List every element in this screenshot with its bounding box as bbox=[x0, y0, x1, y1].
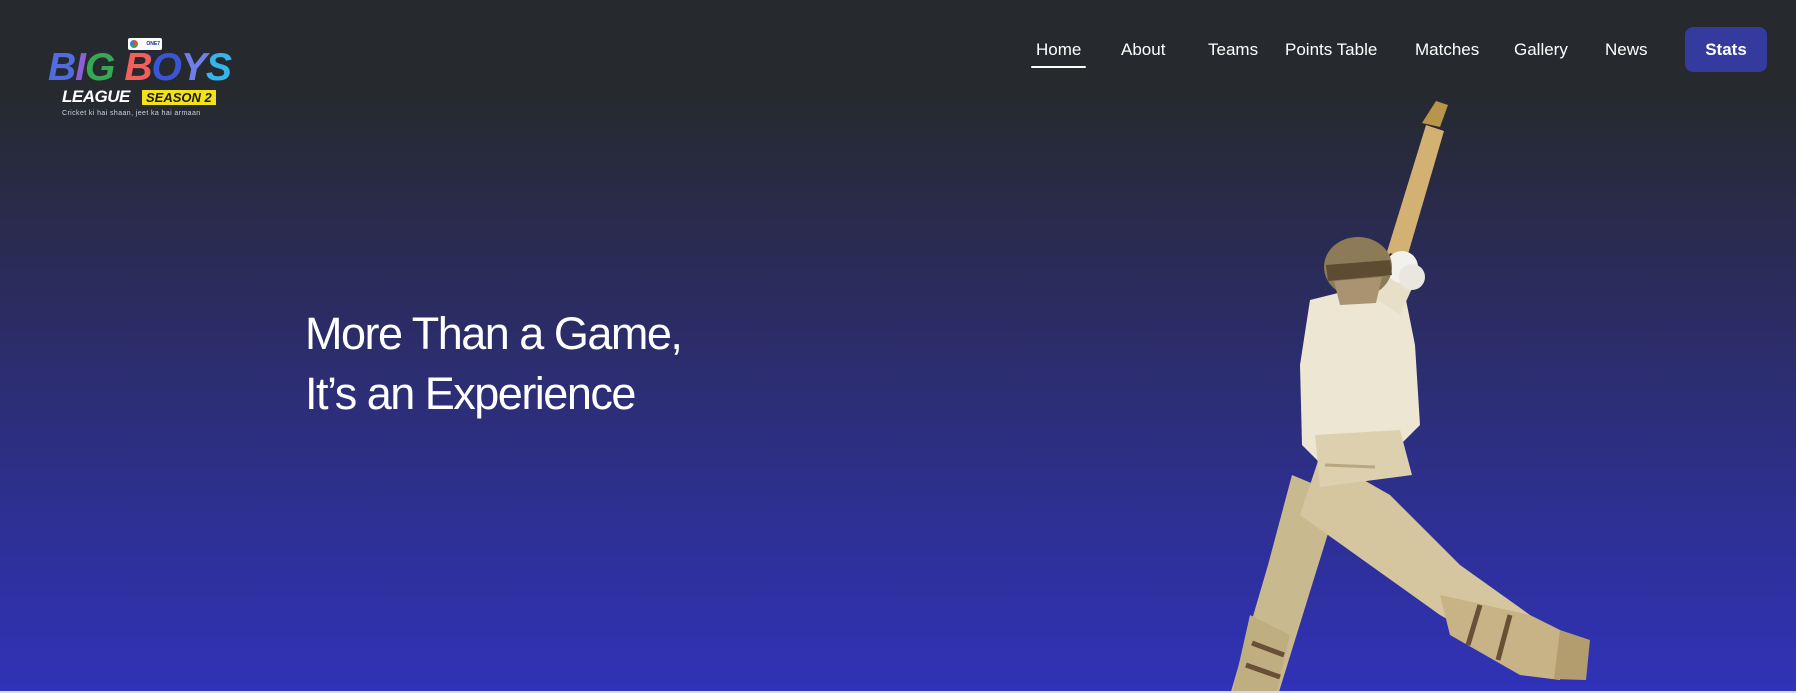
batsman-torso bbox=[1300, 285, 1420, 487]
main-nav: Home About Teams Points Table Matches Ga… bbox=[0, 36, 1796, 68]
cricketer-image bbox=[1231, 101, 1590, 691]
nav-teams[interactable]: Teams bbox=[1208, 39, 1258, 61]
logo-league-text: LEAGUE bbox=[62, 87, 130, 106]
nav-about[interactable]: About bbox=[1121, 39, 1165, 61]
nav-home[interactable]: Home bbox=[1030, 39, 1087, 68]
cricket-bat bbox=[1384, 101, 1448, 273]
nav-points-table[interactable]: Points Table bbox=[1285, 39, 1377, 61]
logo-tagline: Cricket ki hai shaan, jeet ka hai armaan bbox=[62, 110, 201, 117]
hero-headline: More Than a Game, It’s an Experience bbox=[305, 304, 683, 424]
stats-button[interactable]: Stats bbox=[1685, 27, 1767, 72]
hero-headline-line-1: More Than a Game, bbox=[305, 308, 683, 359]
nav-matches[interactable]: Matches bbox=[1415, 39, 1479, 61]
nav-news[interactable]: News bbox=[1605, 39, 1648, 61]
hero-section: ONE7 SPORTS BIG BOYS LEAGUE SEASON 2 Cri… bbox=[0, 0, 1796, 691]
hero-headline-line-2: It’s an Experience bbox=[305, 368, 636, 419]
nav-gallery[interactable]: Gallery bbox=[1514, 39, 1568, 61]
front-leg bbox=[1300, 455, 1590, 680]
logo-season-badge: SEASON 2 bbox=[142, 90, 216, 105]
